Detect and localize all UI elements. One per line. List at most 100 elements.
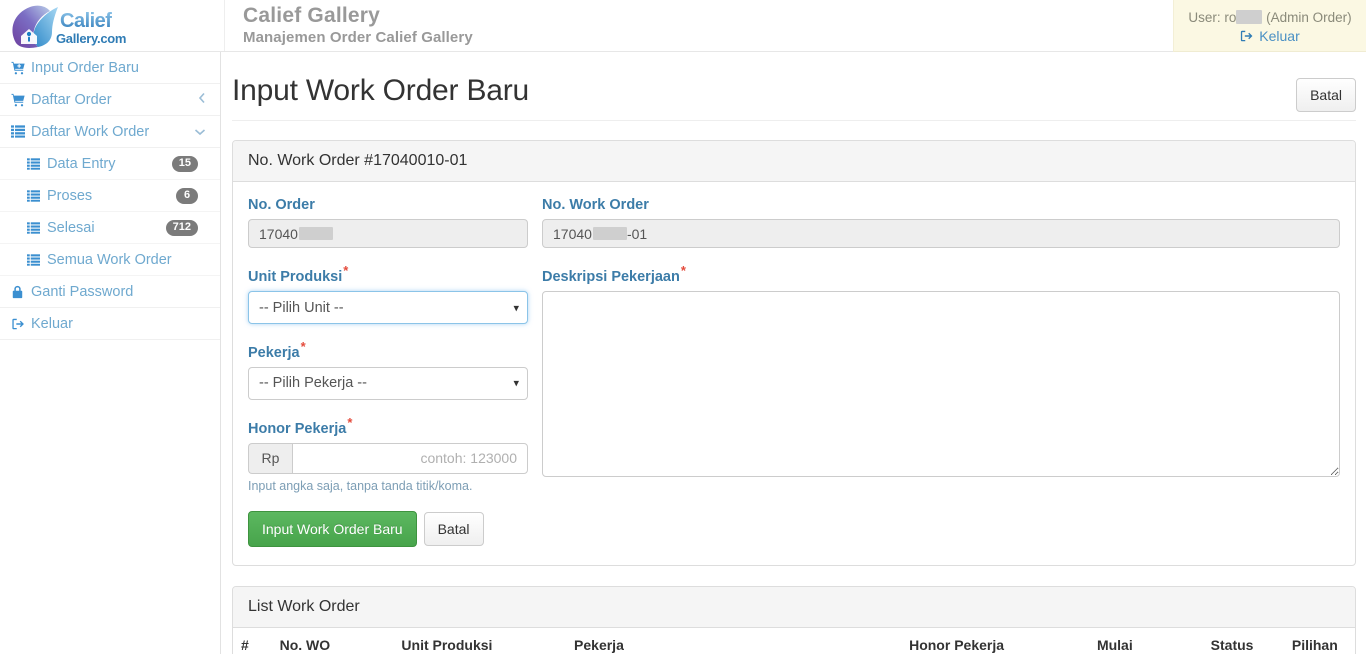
col-header-unit-produksi: Unit Produksi (393, 627, 567, 654)
field-deskripsi-pekerjaan: Deskripsi Pekerjaan* (542, 263, 1340, 478)
col-header-no-wo: No. WO (271, 627, 394, 654)
list-icon (27, 253, 45, 266)
submit-work-order-button[interactable]: Input Work Order Baru (248, 510, 417, 547)
sidebar-item-data-entry[interactable]: Data Entry 15 (0, 148, 220, 180)
label-text: Pekerja (248, 344, 300, 361)
table-header-row: # No. WO Unit Produksi Pekerja Honor Pek… (233, 627, 1355, 654)
header-logout[interactable]: Keluar (1240, 28, 1300, 44)
no-order-input: 17040 (248, 219, 528, 249)
form-panel-body: No. Order 17040 Unit Produksi* -- Pilih … (233, 182, 1355, 565)
no-wo-prefix: 17040 (553, 225, 592, 242)
sidebar-badge-proses: 6 (176, 187, 198, 204)
sidebar-item-label: Daftar Order (31, 91, 112, 108)
sidebar-item-keluar[interactable]: Keluar (0, 308, 220, 340)
required-asterisk: * (300, 339, 306, 355)
form-right-column: No. Work Order 17040 -01 Deskripsi Pekerj… (538, 197, 1340, 507)
no-order-value: 17040 (259, 225, 298, 242)
col-header-pekerja: Pekerja (566, 627, 902, 654)
col-header-status: Status (1202, 627, 1284, 654)
redacted-no-work-order (592, 227, 627, 241)
sidebar-item-daftar-work-order[interactable]: Daftar Work Order (0, 116, 220, 148)
app-title-block: Calief Gallery Manajemen Order Calief Ga… (225, 0, 473, 51)
logout-link[interactable]: Keluar (1259, 28, 1299, 44)
sidebar-item-label: Proses (47, 187, 93, 204)
label-deskripsi-pekerjaan: Deskripsi Pekerjaan* (542, 263, 1340, 285)
user-prefix: User: ro (1188, 9, 1237, 25)
chevron-left-icon (198, 92, 208, 107)
page-title: Input Work Order Baru (232, 74, 530, 107)
list-icon (27, 189, 45, 202)
sign-out-icon (1240, 29, 1254, 43)
label-text: Honor Pekerja (248, 420, 347, 437)
label-no-work-order: No. Work Order (542, 197, 1340, 213)
calief-gallery-logo-icon: Calief Gallery.com (8, 3, 140, 49)
app-title: Calief Gallery (243, 3, 381, 27)
list-icon (27, 157, 45, 170)
app-subtitle: Manajemen Order Calief Gallery (243, 29, 473, 47)
sidebar-item-label: Data Entry (47, 155, 116, 172)
main-content: Input Work Order Baru Batal No. Work Ord… (221, 52, 1366, 654)
form-columns: No. Order 17040 Unit Produksi* -- Pilih … (248, 197, 1340, 507)
required-asterisk: * (347, 414, 353, 430)
field-no-order: No. Order 17040 (248, 197, 528, 249)
field-unit-produksi: Unit Produksi* -- Pilih Unit -- ▾ (248, 263, 528, 325)
pekerja-select[interactable]: -- Pilih Pekerja -- (248, 366, 528, 400)
unit-produksi-select-wrap: -- Pilih Unit -- ▾ (248, 291, 528, 325)
sidebar-item-input-order-baru[interactable]: Input Order Baru (0, 52, 220, 84)
sidebar-item-label: Input Order Baru (31, 59, 139, 76)
col-header-pilihan: Pilihan (1283, 627, 1355, 654)
deskripsi-pekerjaan-textarea[interactable] (542, 291, 1340, 478)
sidebar-item-label: Keluar (31, 315, 73, 332)
page-root: Calief Gallery.com Calief Gallery Manaje… (0, 0, 1366, 654)
cart-plus-icon (11, 61, 29, 75)
form-left-column: No. Order 17040 Unit Produksi* -- Pilih … (248, 197, 538, 507)
no-work-order-input: 17040 -01 (542, 219, 1340, 249)
user-box: User: ro (Admin Order) Keluar (1173, 0, 1366, 52)
cancel-form-button[interactable]: Batal (423, 511, 484, 546)
work-order-form-panel: No. Work Order #17040010-01 No. Order 17… (232, 140, 1356, 566)
sidebar-item-selesai[interactable]: Selesai 712 (0, 212, 220, 244)
user-name-line: User: ro (Admin Order) (1188, 9, 1352, 25)
user-role: (Admin Order) (1266, 9, 1352, 25)
work-order-table: # No. WO Unit Produksi Pekerja Honor Pek… (233, 627, 1355, 654)
lock-icon (11, 285, 29, 299)
label-honor-pekerja: Honor Pekerja* (248, 415, 528, 437)
sidebar-badge-data-entry: 15 (171, 155, 198, 172)
sidebar-item-proses[interactable]: Proses 6 (0, 180, 220, 212)
currency-addon: Rp (248, 442, 292, 474)
label-text: No. Work Order (542, 197, 649, 214)
sidebar-item-label: Selesai (47, 219, 95, 236)
sidebar-item-label: Semua Work Order (47, 251, 172, 268)
field-pekerja: Pekerja* -- Pilih Pekerja -- ▾ (248, 339, 528, 400)
sidebar: Input Order Baru Daftar Order Daftar Wor… (0, 52, 221, 654)
list-icon (11, 125, 29, 138)
sidebar-item-ganti-password[interactable]: Ganti Password (0, 276, 220, 308)
body-wrapper: Input Order Baru Daftar Order Daftar Wor… (0, 52, 1366, 654)
chevron-down-icon (194, 125, 208, 139)
form-actions: Input Work Order Baru Batal (248, 508, 1340, 547)
list-icon (27, 221, 45, 234)
redacted-no-order (298, 227, 333, 241)
svg-text:Calief: Calief (60, 10, 112, 32)
label-pekerja: Pekerja* (248, 339, 528, 361)
col-header-honor-pekerja: Honor Pekerja (901, 627, 1089, 654)
form-panel-heading: No. Work Order #17040010-01 (233, 141, 1355, 183)
top-header: Calief Gallery.com Calief Gallery Manaje… (0, 0, 1366, 52)
field-honor-pekerja: Honor Pekerja* Rp Input angka saja, tanp… (248, 415, 528, 493)
sidebar-item-label: Daftar Work Order (31, 123, 150, 140)
cart-icon (11, 93, 29, 107)
col-header-mulai: Mulai (1088, 627, 1203, 654)
svg-text:Gallery.com: Gallery.com (56, 31, 126, 46)
page-header: Input Work Order Baru Batal (232, 52, 1356, 122)
label-text: No. Order (248, 197, 315, 214)
brand-area[interactable]: Calief Gallery.com (0, 0, 225, 51)
honor-pekerja-input[interactable] (292, 442, 528, 474)
label-text: Unit Produksi (248, 269, 343, 286)
label-unit-produksi: Unit Produksi* (248, 263, 528, 285)
sidebar-item-daftar-order[interactable]: Daftar Order (0, 84, 220, 116)
unit-produksi-select[interactable]: -- Pilih Unit -- (248, 291, 528, 325)
sign-out-icon (11, 317, 29, 331)
no-wo-suffix: -01 (626, 225, 648, 242)
sidebar-item-semua-work-order[interactable]: Semua Work Order (0, 244, 220, 276)
cancel-top-button[interactable]: Batal (1296, 78, 1356, 113)
